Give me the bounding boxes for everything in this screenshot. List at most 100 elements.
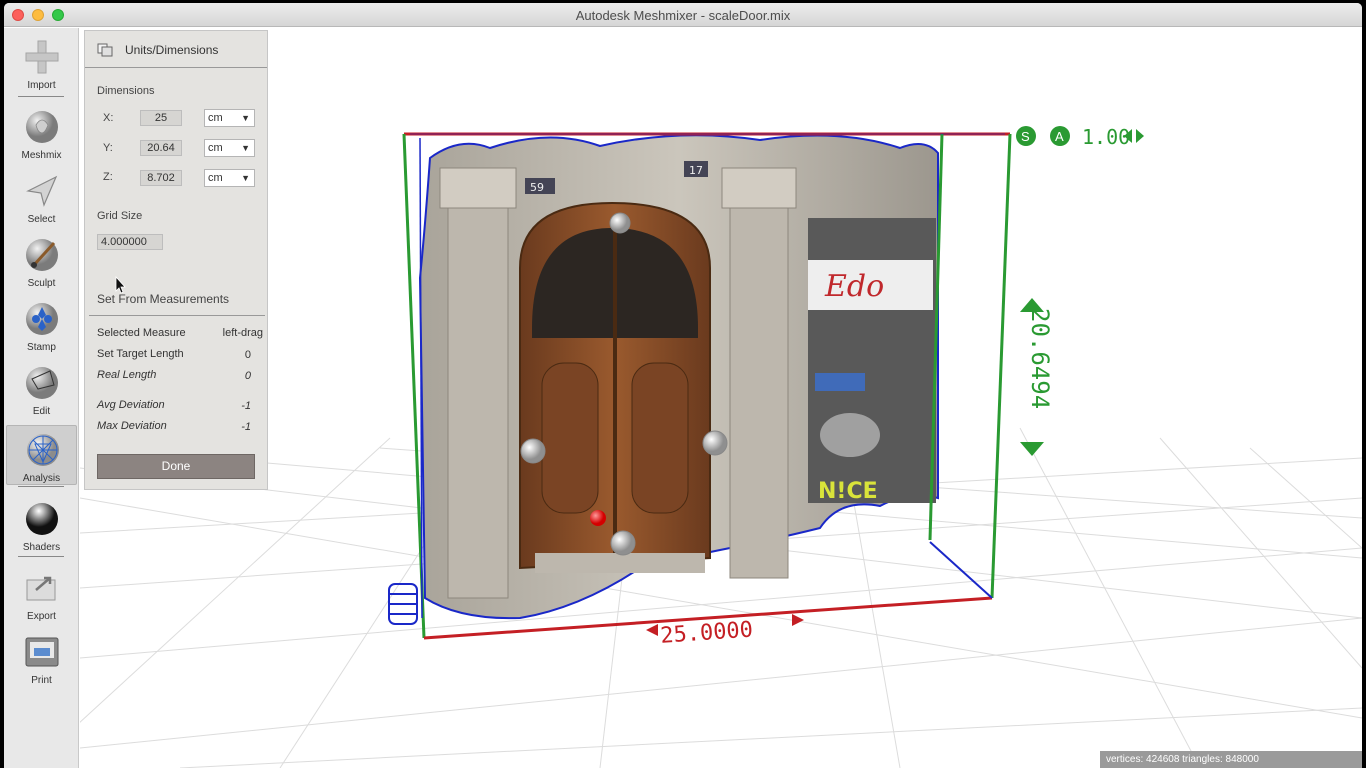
toolbar-divider [18,486,64,487]
set-target-length-label: Set Target Length [97,348,184,360]
app-window: Autodesk Meshmixer - scaleDoor.mix Impor… [4,3,1362,768]
scale-mode-s-label: S [1021,129,1030,144]
z-unit-value: cm [208,172,223,184]
panel-collapse-icon[interactable] [97,43,113,57]
window-title: Autodesk Meshmixer - scaleDoor.mix [575,8,791,23]
tool-print[interactable]: Print [6,628,77,688]
printer-icon [25,637,59,667]
plus-icon [25,40,59,74]
width-dimension-value: 25.0000 [660,617,754,648]
door-panel-right [631,362,689,514]
real-length-label: Real Length [97,369,157,381]
door-step [535,553,705,573]
left-column [447,202,509,599]
scene-canvas[interactable]: Edo N!CE 59 17 25.0000 20.6494 S A 1.00 [80,28,1362,768]
tool-sculpt[interactable]: Sculpt [6,231,77,291]
graffiti-text: N!CE [818,479,878,504]
units-dimensions-panel: Units/Dimensions Dimensions X: 25 cm ▼ Y… [84,30,268,490]
panel-header: Units/Dimensions [85,31,267,68]
tool-stamp[interactable]: Stamp [6,295,77,355]
scale-increase-arrow[interactable] [1136,129,1144,143]
selected-measure-label: Selected Measure [97,327,186,339]
shader-sphere-icon [26,503,58,535]
tool-analysis[interactable]: Analysis [6,425,77,485]
grid-size-field[interactable]: 4.000000 [97,234,163,250]
tool-shaders[interactable]: Shaders [6,495,77,555]
tool-import[interactable]: Import [6,33,77,93]
scale-value: 1.00 [1082,125,1130,149]
shop-sign-text: Edo [824,269,884,304]
tool-edit[interactable]: Edit [6,359,77,419]
max-deviation-label: Max Deviation [97,420,167,432]
height-dimension-value: 20.6494 [1026,308,1054,409]
tool-label: Print [31,675,52,686]
left-capital [439,167,517,209]
pivot-sphere-bottom[interactable] [610,530,636,556]
status-bar: vertices: 424608 triangles: 848000 [1100,751,1362,768]
main-toolbar: Import Meshmix Select Sculpt Stamp Edit … [4,28,79,768]
graffiti-heart [820,413,880,457]
tool-label: Export [27,611,56,622]
tool-export[interactable]: Export [6,564,77,624]
height-dimension[interactable]: 20.6494 [1020,298,1054,456]
axis-gizmo[interactable] [388,583,418,625]
y-dimension-field[interactable]: 20.64 [140,140,182,156]
export-icon [26,576,56,601]
house-number-right: 17 [689,164,703,177]
tool-label: Edit [32,406,51,417]
tool-select[interactable]: Select [6,167,77,227]
right-column [729,197,789,579]
height-arrow-down[interactable] [1020,442,1044,456]
y-label: Y: [103,142,113,154]
analysis-mesh-icon [27,434,59,466]
house-number-left: 59 [530,181,544,194]
scale-controls[interactable]: S A 1.00 [1016,125,1144,149]
pivot-sphere-right[interactable] [702,430,728,456]
x-unit-select[interactable]: cm ▼ [204,109,255,127]
dimensions-heading: Dimensions [97,85,155,97]
meshmix-bunny-icon [26,111,58,143]
arrow-cursor-icon [26,175,58,207]
z-dimension-field[interactable]: 8.702 [140,170,182,186]
panel-title: Units/Dimensions [125,43,219,57]
tool-label: Stamp [27,342,56,353]
section-divider [89,315,265,316]
tool-meshmix[interactable]: Meshmix [6,103,77,163]
tool-label: Analysis [22,473,61,484]
chevron-down-icon: ▼ [241,113,250,123]
width-arrow-right[interactable] [792,614,804,626]
width-arrow-left[interactable] [646,624,658,636]
done-button[interactable]: Done [97,454,255,479]
pivot-sphere-top[interactable] [609,212,631,234]
set-from-measurements-heading: Set From Measurements [97,292,230,306]
graffiti-blue-tag [815,373,865,391]
avg-deviation-value: -1 [241,400,251,412]
chevron-down-icon: ▼ [241,143,250,153]
tool-label: Select [27,214,56,225]
x-unit-value: cm [208,112,223,124]
selected-measure-value: left-drag [222,327,263,339]
x-label: X: [103,112,114,124]
z-label: Z: [103,171,113,183]
avg-deviation-label: Avg Deviation [97,399,165,411]
door-mesh[interactable]: Edo N!CE 59 17 [418,134,939,620]
y-unit-select[interactable]: cm ▼ [204,139,255,157]
toolbar-divider [18,96,64,97]
real-length-value: 0 [244,370,251,382]
3d-viewport[interactable]: Edo N!CE 59 17 25.0000 20.6494 S A 1.00 … [80,28,1362,768]
edit-sphere-icon [26,367,58,399]
z-unit-select[interactable]: cm ▼ [204,169,255,187]
chevron-down-icon: ▼ [241,173,250,183]
set-target-length-value[interactable]: 0 [245,349,251,361]
tool-label: Sculpt [27,278,56,289]
stamp-icon [26,303,58,335]
x-dimension-field[interactable]: 25 [140,110,182,126]
tool-label: Shaders [22,542,61,553]
measure-point-red[interactable] [590,510,606,526]
right-capital [721,167,797,209]
brush-icon [26,239,58,271]
grid-size-label: Grid Size [97,210,143,222]
y-unit-value: cm [208,142,223,154]
title-bar: Autodesk Meshmixer - scaleDoor.mix [4,3,1362,27]
pivot-sphere-left[interactable] [520,438,546,464]
